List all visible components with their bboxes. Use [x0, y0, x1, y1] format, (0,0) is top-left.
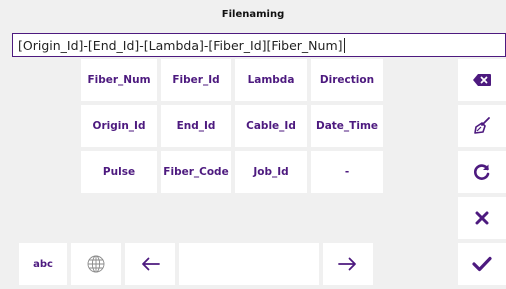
text-caret: [343, 37, 345, 53]
filename-input[interactable]: [Origin_Id]-[End_Id]-[Lambda]-[Fiber_Id]…: [12, 33, 506, 57]
key-cable-id[interactable]: Cable_Id: [235, 105, 307, 147]
cancel-button[interactable]: [458, 197, 506, 239]
key-dash[interactable]: -: [311, 151, 383, 193]
language-button[interactable]: [71, 243, 121, 285]
key-direction[interactable]: Direction: [311, 59, 383, 101]
key-fiber-id[interactable]: Fiber_Id: [161, 59, 231, 101]
close-icon: [475, 211, 489, 225]
filename-input-text: [Origin_Id]-[End_Id]-[Lambda]-[Fiber_Id]…: [18, 37, 343, 53]
clear-button[interactable]: [458, 105, 506, 147]
abc-mode-button[interactable]: abc: [19, 243, 67, 285]
key-fiber-num[interactable]: Fiber_Num: [81, 59, 157, 101]
space-key[interactable]: [179, 243, 319, 285]
window-title: Filenaming: [0, 0, 506, 29]
globe-icon: [87, 255, 105, 273]
backspace-button[interactable]: [458, 59, 506, 101]
key-lambda[interactable]: Lambda: [235, 59, 307, 101]
cursor-left-button[interactable]: [125, 243, 175, 285]
check-icon: [472, 256, 492, 272]
broom-icon: [474, 117, 490, 134]
cursor-right-button[interactable]: [323, 243, 373, 285]
refresh-icon: [474, 164, 490, 180]
key-end-id[interactable]: End_Id: [161, 105, 231, 147]
key-origin-id[interactable]: Origin_Id: [81, 105, 157, 147]
confirm-button[interactable]: [458, 243, 506, 285]
arrow-left-icon: [142, 257, 160, 271]
key-date-time[interactable]: Date_Time: [311, 105, 383, 147]
key-pulse[interactable]: Pulse: [81, 151, 157, 193]
arrow-right-icon: [338, 257, 356, 271]
key-fiber-code[interactable]: Fiber_Code: [161, 151, 231, 193]
reset-button[interactable]: [458, 151, 506, 193]
backspace-icon: [473, 74, 491, 86]
key-job-id[interactable]: Job_Id: [235, 151, 307, 193]
